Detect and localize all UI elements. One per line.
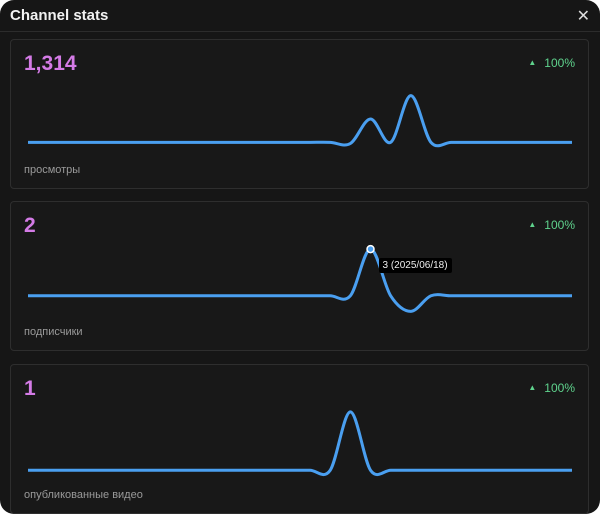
series-line [28,247,572,313]
stat-card-subscribers: 2 ▲ 100% подписчики 3 (2025/06/18) [10,201,589,351]
hover-point[interactable] [366,244,375,254]
sparkline-chart[interactable] [11,202,590,352]
series-line [28,94,572,148]
sparkline-chart[interactable] [11,40,590,190]
close-icon[interactable]: ✕ [577,6,590,26]
stat-card-views: 1,314 ▲ 100% просмотры [10,39,589,189]
chart-tooltip: 3 (2025/06/18) [378,258,452,274]
dialog-title: Channel stats [10,7,109,24]
sparkline-chart[interactable] [11,365,590,514]
series-line [27,410,572,477]
stat-card-videos: 1 ▲ 100% опубликованные видео [10,364,589,514]
channel-stats-dialog: Channel stats ✕ 1,314 ▲ 100% просмотры 2 ▲… [0,0,600,514]
dialog-header: Channel stats ✕ [0,0,600,32]
